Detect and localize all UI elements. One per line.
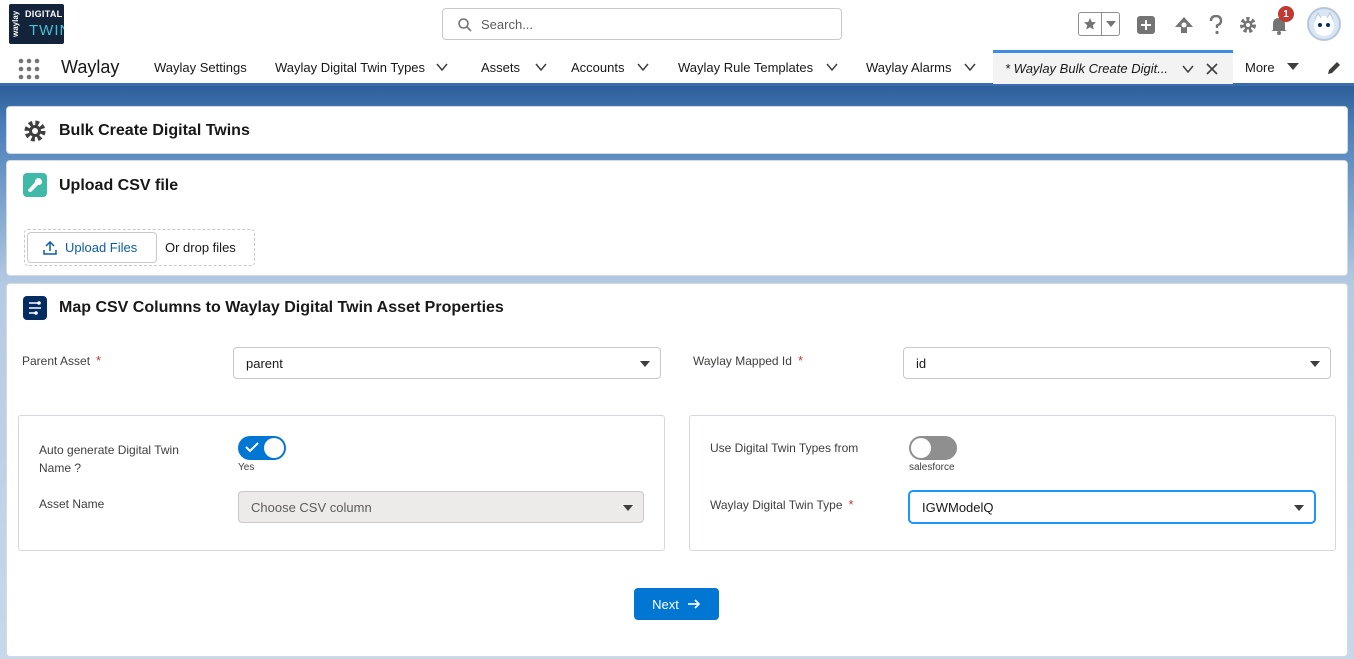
required-mark: *	[848, 497, 854, 512]
nav-item-assets[interactable]: Assets	[481, 50, 548, 84]
mapped-id-label: Waylay Mapped Id *	[693, 353, 803, 368]
asset-name-label: Asset Name	[39, 497, 105, 511]
twin-type-select[interactable]: IGWModelQ	[909, 491, 1315, 523]
use-types-label: Use Digital Twin Types from	[710, 441, 859, 455]
parent-asset-label: Parent Asset *	[22, 353, 101, 368]
chevron-down-icon[interactable]	[825, 60, 839, 74]
upload-files-label: Upload Files	[65, 240, 138, 255]
required-mark: *	[96, 353, 102, 368]
asset-name-panel: Auto generate Digital Twin Name ? Yes As…	[18, 415, 665, 551]
mapped-id-select[interactable]: id	[903, 347, 1331, 379]
arrow-right-icon	[687, 599, 700, 609]
upload-card: Upload CSV file Upload Files Or drop fil…	[6, 160, 1348, 276]
app-name: Waylay	[61, 57, 120, 77]
notification-badge: 1	[1278, 6, 1294, 22]
tab-bulk-create[interactable]: * Waylay Bulk Create Digit...	[993, 50, 1233, 84]
upload-section-title: Upload CSV file	[59, 177, 179, 194]
parent-asset-value: parent	[246, 355, 283, 371]
chevron-down-icon[interactable]	[435, 60, 449, 74]
avatar[interactable]	[1307, 7, 1341, 41]
nav-more[interactable]: More	[1245, 50, 1299, 84]
asset-name-value: Choose CSV column	[251, 499, 372, 515]
map-columns-card: Map CSV Columns to Waylay Digital Twin A…	[6, 283, 1348, 657]
favorites-group[interactable]	[1078, 12, 1120, 36]
chevron-down-icon[interactable]	[1181, 62, 1195, 76]
app-navigation-bar: Waylay Waylay Settings Waylay Digital Tw…	[0, 50, 1354, 86]
global-search[interactable]	[442, 8, 842, 40]
caret-down-icon	[1310, 361, 1320, 367]
logo-top-text: waylay	[11, 10, 20, 38]
required-mark: *	[797, 353, 803, 368]
parent-asset-select[interactable]: parent	[233, 347, 661, 379]
nav-item-label: Accounts	[571, 59, 625, 75]
global-header: waylay DIGITAL TWIN 1	[0, 0, 1354, 50]
check-icon	[245, 442, 259, 453]
mapped-id-value: id	[916, 355, 927, 371]
next-button[interactable]: Next	[634, 588, 719, 620]
nav-item-label: Waylay Digital Twin Types	[275, 59, 426, 75]
nav-item-digital-twin-types[interactable]: Waylay Digital Twin Types	[275, 50, 449, 84]
nav-item-alarms[interactable]: Waylay Alarms	[866, 50, 977, 84]
setup-gear-icon[interactable]	[1237, 14, 1259, 36]
search-input[interactable]	[481, 13, 831, 35]
caret-down-icon	[1294, 505, 1304, 511]
nav-item-label: Assets	[481, 59, 521, 75]
upload-files-button[interactable]: Upload Files	[27, 232, 157, 263]
nav-item-label: Waylay Rule Templates	[678, 59, 814, 75]
twin-type-value: IGWModelQ	[922, 499, 994, 515]
use-types-state: salesforce	[909, 462, 955, 473]
edit-pencil-icon[interactable]	[1326, 60, 1342, 76]
chevron-down-icon[interactable]	[1102, 13, 1119, 35]
map-section-title: Map CSV Columns to Waylay Digital Twin A…	[59, 299, 504, 316]
mapping-icon	[23, 296, 47, 320]
chevron-down-icon[interactable]	[963, 60, 977, 74]
parent-asset-label-text: Parent Asset	[22, 354, 91, 368]
drop-files-text: Or drop files	[165, 240, 236, 255]
page-header-card: Bulk Create Digital Twins	[6, 106, 1348, 154]
logo-big-text: TWIN	[29, 22, 64, 39]
nav-more-label: More	[1245, 59, 1275, 75]
nav-item-accounts[interactable]: Accounts	[571, 50, 650, 84]
caret-down-icon	[623, 505, 633, 511]
help-icon[interactable]	[1205, 14, 1227, 36]
add-icon[interactable]	[1135, 14, 1157, 36]
twin-type-label: Waylay Digital Twin Type *	[710, 497, 854, 512]
twin-type-label-text: Waylay Digital Twin Type	[710, 498, 843, 512]
next-button-label: Next	[652, 596, 679, 612]
nav-item-waylay-settings[interactable]: Waylay Settings	[154, 50, 247, 84]
search-icon	[458, 18, 472, 32]
trailhead-icon[interactable]	[1173, 14, 1195, 36]
logo-mid-text: DIGITAL	[25, 9, 63, 19]
caret-down-icon	[1286, 63, 1299, 70]
toggle-knob	[264, 438, 284, 458]
wrench-icon	[23, 173, 47, 197]
chevron-down-icon[interactable]	[534, 60, 548, 74]
close-icon[interactable]	[1205, 62, 1219, 76]
auto-generate-toggle[interactable]	[238, 436, 286, 460]
star-icon[interactable]	[1079, 13, 1103, 35]
nav-item-label: Waylay Settings	[154, 59, 247, 75]
auto-generate-state: Yes	[238, 462, 255, 473]
asset-name-select: Choose CSV column	[238, 491, 644, 523]
twin-type-panel: Use Digital Twin Types from salesforce W…	[689, 415, 1336, 551]
mapped-id-label-text: Waylay Mapped Id	[693, 354, 792, 368]
caret-down-icon	[640, 361, 650, 367]
auto-generate-label: Auto generate Digital Twin Name ?	[39, 443, 179, 475]
nav-item-label: Waylay Alarms	[866, 59, 952, 75]
app-launcher-icon[interactable]	[18, 58, 40, 80]
use-types-toggle[interactable]	[909, 436, 957, 460]
tab-label: * Waylay Bulk Create Digit...	[1005, 61, 1169, 76]
gear-icon	[23, 119, 47, 143]
page-title: Bulk Create Digital Twins	[59, 122, 250, 139]
chevron-down-icon[interactable]	[636, 60, 650, 74]
app-logo[interactable]: waylay DIGITAL TWIN	[9, 4, 64, 44]
toggle-knob	[911, 438, 931, 458]
upload-icon	[43, 240, 57, 255]
file-drop-zone[interactable]: Upload Files Or drop files	[24, 229, 255, 266]
nav-item-rule-templates[interactable]: Waylay Rule Templates	[678, 50, 839, 84]
